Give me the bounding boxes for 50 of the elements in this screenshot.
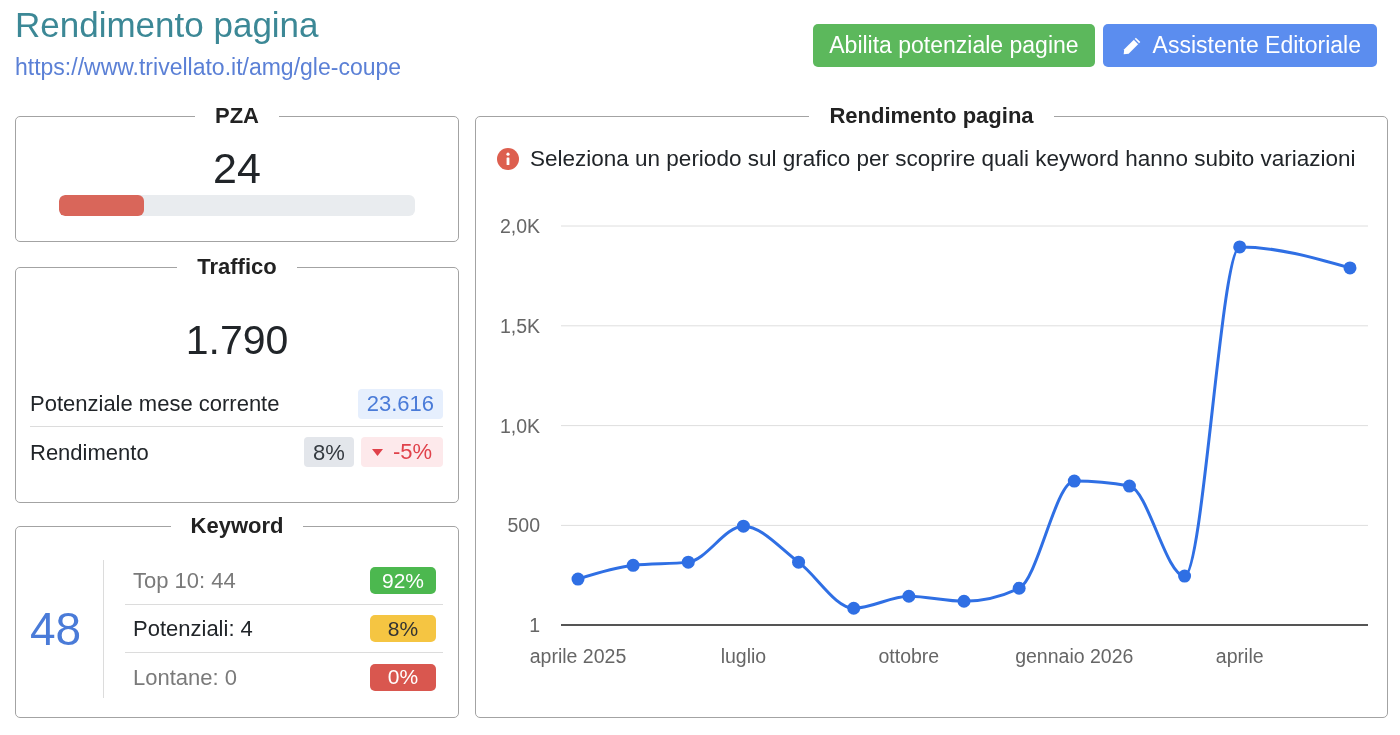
keyword-group-label: Top 10: 44 <box>133 567 236 595</box>
metric-label: Potenziale mese corrente <box>30 390 280 418</box>
pza-value: 24 <box>212 145 262 191</box>
potential-badge: 23.616 <box>357 388 443 419</box>
x-axis-label: ottobre <box>878 645 940 667</box>
x-axis-label: aprile 2025 <box>529 645 627 667</box>
y-axis-label: 2,0K <box>499 215 540 237</box>
change-value: -5% <box>392 440 432 464</box>
x-axis-label: luglio <box>720 645 767 667</box>
editor-button[interactable]: Assistente Editoriale <box>1102 24 1377 67</box>
card-title: Traffico <box>197 254 277 280</box>
keyword-total: 48 <box>30 603 82 655</box>
data-point[interactable] <box>1343 261 1357 275</box>
x-axis-label: gennaio 2026 <box>1015 645 1134 667</box>
data-point[interactable] <box>626 558 640 572</box>
data-point[interactable] <box>847 601 861 615</box>
info-icon <box>497 148 519 170</box>
x-axis-label: aprile <box>1215 645 1264 667</box>
page-title: Rendimento pagina <box>15 5 319 45</box>
rate-badge: 8% <box>304 437 354 467</box>
share-badge: 0% <box>370 663 436 691</box>
card-title: Rendimento pagina <box>829 103 1034 129</box>
pencil-icon <box>1121 35 1142 56</box>
keyword-group-label: Potenziali: 4 <box>133 615 253 643</box>
chart-hint: Seleziona un periodo sul grafico per scoprire quali keyword hanno subito variazioni <box>530 145 1356 173</box>
share-badge: 8% <box>370 615 436 642</box>
keyword-group-label: Lontane: 0 <box>133 663 237 692</box>
data-point[interactable] <box>571 572 585 586</box>
data-point[interactable] <box>1122 479 1136 493</box>
data-point[interactable] <box>1067 474 1081 488</box>
enable-button[interactable]: Abilita potenziale pagine <box>813 24 1095 67</box>
traffic-value: 1.790 <box>184 317 290 363</box>
caret-down-icon <box>371 448 383 456</box>
y-axis-label: 1,0K <box>499 414 540 437</box>
data-point[interactable] <box>902 589 916 603</box>
data-point[interactable] <box>792 555 806 569</box>
data-point[interactable] <box>1233 240 1247 254</box>
card-title: Keyword <box>190 513 284 539</box>
y-axis-label: 500 <box>507 514 540 537</box>
metric-label: Rendimento <box>30 438 149 467</box>
page-url-link[interactable]: https://www.trivellato.it/amg/gle-coupe <box>15 54 402 80</box>
data-point[interactable] <box>681 555 695 569</box>
y-axis-label: 1,5K <box>499 314 540 337</box>
data-point[interactable] <box>1012 581 1026 595</box>
y-axis-label: 1 <box>529 614 540 636</box>
data-point[interactable] <box>736 519 750 533</box>
data-point[interactable] <box>1178 569 1192 583</box>
card-title: PZA <box>215 103 259 129</box>
share-badge: 92% <box>370 567 436 594</box>
data-point[interactable] <box>957 594 971 608</box>
